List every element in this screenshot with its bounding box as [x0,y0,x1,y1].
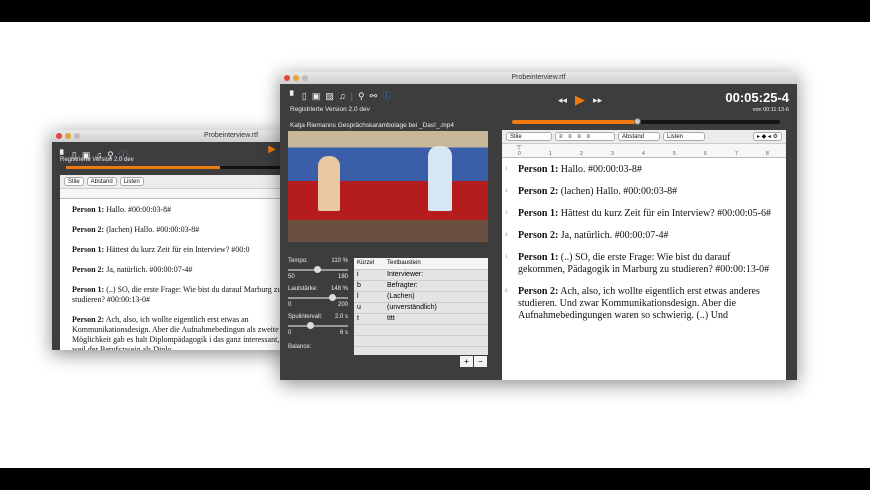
window-title: Probeinterview.rtf [511,74,566,81]
table-row[interactable]: u (unverständlich) [354,302,488,314]
link-icon[interactable]: ⚯ [370,91,378,102]
back-window: Probeinterview.rtf ▘ ▯ ▣ ♫ ⚲ ⓘ Registrierte V… [52,130,290,350]
minimize-button[interactable] [293,75,299,81]
editor: Stile ≡ ≡ ≡ ≡ Abstand Listen ▸ ◆ ◂ ⚙ ⊤ 0 1… [502,130,786,380]
line-number: 2 [505,189,508,194]
version-label: Registrierte Version 2.0 dev [290,106,370,113]
ruler-tick: 1 [549,151,552,157]
paragraph[interactable]: 6 Person 2: Ach, also, ich wollte eigentl… [505,286,778,322]
title-bar: Probeinterview.rtf [52,130,290,142]
line-number: 6 [505,289,508,294]
add-snippet-button[interactable]: + [460,356,473,367]
transcript[interactable]: 1 Person 1: Hallo. #00:00:03-8# 2 Person 2:… [502,158,786,322]
close-button[interactable] [56,133,62,139]
paragraph[interactable]: 1 Person 1: Hallo. #00:00:03-8# [505,164,778,176]
media-progress-bar[interactable] [512,118,780,125]
transcript[interactable]: Person 1: Hallo. #00:00:03-8# Person 2: … [60,199,290,350]
paragraph: Person 1: (..) SO, die erste Frage: Wie … [72,285,282,304]
save-icon[interactable]: ▣ [312,91,321,102]
letterbox-top [0,0,870,22]
paragraph: Person 1: Hallo. #00:00:03-8# [72,205,172,214]
current-time: 00:05:25-4 [725,90,789,105]
ruler[interactable]: ⊤ 0 1 2 3 4 5 6 7 8 [502,144,786,158]
ruler-tick: 3 [611,151,614,157]
volume-slider[interactable] [288,294,348,301]
navigation-buttons[interactable]: ▸ ◆ ◂ ⚙ [752,132,782,141]
version-label: Registrierte Version 2.0 dev [60,157,134,163]
document-icon[interactable]: ▯ [302,91,307,102]
balance-label: Balance: [288,344,312,350]
info-icon[interactable]: ⓘ [382,89,391,102]
spacing-select[interactable]: Abstand [86,177,117,186]
ruler-tick: 2 [580,151,583,157]
ruler-tick: 6 [704,151,707,157]
line-number: 3 [505,211,508,216]
skip-interval-slider[interactable] [288,322,348,329]
media-title: Katja Riemanns Gesprächskarambolage bei … [290,122,455,129]
play-icon[interactable]: ▶ [575,92,585,108]
paragraph: Person 2: Ja, natürlich. #00:00:07-4# [72,265,193,274]
ruler[interactable] [60,189,290,199]
progress-knob[interactable] [633,118,641,125]
music-icon[interactable]: ♫ [339,91,346,101]
paragraph: Person 2: (lachen) Hallo. #00:00:03-8# [72,225,200,234]
line-number: 1 [505,167,508,172]
line-number: 4 [505,233,508,238]
close-button[interactable] [284,75,290,81]
text-snippets-table[interactable]: Kürzel Textbaustein i Interviewer: b Befragt… [354,258,488,355]
ruler-tick: 4 [642,151,645,157]
window-title: Probeinterview.rtf [203,132,259,139]
ruler-tick: 0 [518,151,521,157]
video-preview[interactable] [288,131,488,242]
paragraph[interactable]: 2 Person 2: (lachen) Hallo. #00:00:03-8# [505,186,778,198]
spacing-select[interactable]: Abstand [618,132,660,141]
search-icon[interactable]: ⚲ [358,91,365,102]
progress-bar[interactable] [66,166,286,169]
paragraph[interactable]: 3 Person 1: Hättest du kurz Zeit für ein … [505,208,778,220]
rewind-icon[interactable]: ◂◂ [558,95,567,106]
paragraph: Person 1: Hättest du kurz Zeit für ein I… [72,245,250,254]
styles-select[interactable]: Stile [64,177,84,186]
export-icon[interactable]: ▨ [325,91,334,102]
styles-select[interactable]: Stile [506,132,552,141]
zoom-button[interactable] [302,75,308,81]
lists-select[interactable]: Listen [663,132,705,141]
lists-select[interactable]: Listen [119,177,144,186]
ruler-tick: 8 [766,151,769,157]
paragraph[interactable]: 4 Person 2: Ja, natürlich. #00:00:07-4# [505,230,778,242]
line-number: 5 [505,255,508,260]
main-window: Probeinterview.rtf ▘ ▯ ▣ ▨ ♫ | ⚲ ⚯ ⓘ Registriert… [280,72,797,380]
new-document-icon[interactable]: ▘ [290,91,297,102]
zoom-button[interactable] [74,133,80,139]
forward-icon[interactable]: ▸▸ [593,95,602,106]
table-row[interactable]: i Interviewer: [354,269,488,281]
minimize-button[interactable] [65,133,71,139]
tempo-slider[interactable] [288,266,348,273]
playback-controls: Tempo: 110 % 50 180 Lautstärke: 148 % 0 200 … [288,258,348,350]
title-bar: Probeinterview.rtf [280,72,797,84]
remove-snippet-button[interactable]: − [474,356,487,367]
ruler-tick: 7 [735,151,738,157]
duration: von 00:11:13-6 [752,107,789,113]
paragraph: Person 2: Ach, also, ich wollte eigentli… [72,315,280,350]
table-row[interactable]: l (Lachen) [354,291,488,303]
letterbox-bottom [0,468,870,490]
play-icon[interactable]: ▶ [268,144,276,155]
paragraph[interactable]: 5 Person 1: (..) SO, die erste Frage: Wie… [505,252,778,276]
ruler-tick: 5 [673,151,676,157]
alignment-buttons[interactable]: ≡ ≡ ≡ ≡ [555,132,615,141]
table-row[interactable]: b Befragter: [354,280,488,292]
table-row[interactable]: t tttt [354,313,488,325]
